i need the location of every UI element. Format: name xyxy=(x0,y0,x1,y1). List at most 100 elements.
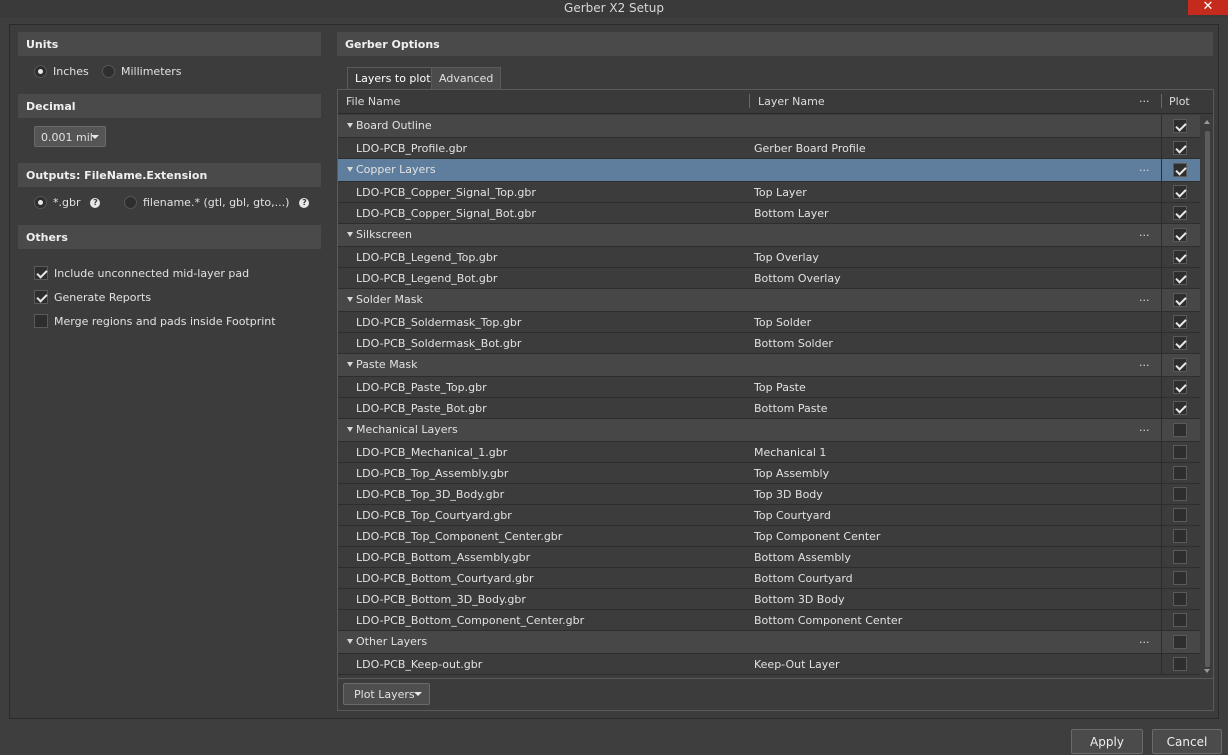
check-merge-regions[interactable]: Merge regions and pads inside Footprint xyxy=(34,314,276,328)
more-options-button[interactable]: ... xyxy=(1139,226,1150,239)
apply-button[interactable]: Apply xyxy=(1071,729,1143,754)
more-options-button[interactable]: ... xyxy=(1139,356,1150,369)
plot-checkbox[interactable] xyxy=(1173,445,1187,459)
plot-checkbox[interactable] xyxy=(1173,250,1187,264)
collapse-triangle-icon[interactable] xyxy=(347,362,353,367)
check-include-unconnected[interactable]: Include unconnected mid-layer pad xyxy=(34,266,249,280)
more-options-button[interactable]: ... xyxy=(1139,633,1150,646)
collapse-triangle-icon[interactable] xyxy=(347,297,353,302)
plot-checkbox[interactable] xyxy=(1173,185,1187,199)
layer-row[interactable]: LDO-PCB_Top_Courtyard.gbr Top Courtyard xyxy=(338,505,1200,526)
layer-row[interactable]: LDO-PCB_Bottom_3D_Body.gbr Bottom 3D Body xyxy=(338,589,1200,610)
layer-row[interactable]: LDO-PCB_Soldermask_Bot.gbr Bottom Solder xyxy=(338,333,1200,354)
layer-row[interactable]: LDO-PCB_Copper_Signal_Bot.gbr Bottom Laye… xyxy=(338,203,1200,224)
check-generate-reports[interactable]: Generate Reports xyxy=(34,290,151,304)
radio-inches[interactable]: Inches xyxy=(34,65,89,78)
plot-checkbox[interactable] xyxy=(1173,613,1187,627)
layer-row[interactable]: LDO-PCB_Copper_Signal_Top.gbr Top Layer xyxy=(338,182,1200,203)
plot-checkbox[interactable] xyxy=(1173,466,1187,480)
collapse-triangle-icon[interactable] xyxy=(347,167,353,172)
radio-gbr[interactable]: *.gbr ? xyxy=(34,196,101,209)
plot-checkbox[interactable] xyxy=(1173,592,1187,606)
plot-checkbox[interactable] xyxy=(1173,336,1187,350)
layer-group-row[interactable]: Mechanical Layers... xyxy=(338,419,1200,442)
help-icon[interactable]: ? xyxy=(299,197,310,208)
plot-column-divider xyxy=(1161,289,1162,311)
layer-row[interactable]: LDO-PCB_Paste_Top.gbr Top Paste xyxy=(338,377,1200,398)
others-heading: Others xyxy=(18,225,321,249)
layer-row[interactable]: LDO-PCB_Legend_Top.gbr Top Overlay xyxy=(338,247,1200,268)
cancel-button[interactable]: Cancel xyxy=(1152,729,1222,754)
column-more[interactable]: ... xyxy=(1139,92,1150,105)
file-name-cell: LDO-PCB_Bottom_Courtyard.gbr xyxy=(356,572,534,585)
layer-row[interactable]: LDO-PCB_Top_3D_Body.gbr Top 3D Body xyxy=(338,484,1200,505)
decimal-dropdown[interactable]: 0.001 mil xyxy=(34,126,106,147)
layer-row[interactable]: LDO-PCB_Bottom_Component_Center.gbr Botto… xyxy=(338,610,1200,631)
radio-label: Inches xyxy=(53,65,89,78)
plot-checkbox[interactable] xyxy=(1173,315,1187,329)
plot-checkbox[interactable] xyxy=(1173,358,1187,372)
layer-group-row[interactable]: Other Layers... xyxy=(338,631,1200,654)
radio-millimeters[interactable]: Millimeters xyxy=(102,65,182,78)
layer-group-row[interactable]: Board Outline xyxy=(338,115,1200,138)
layer-row[interactable]: LDO-PCB_Keep-out.gbr Keep-Out Layer xyxy=(338,654,1200,675)
layer-row[interactable]: LDO-PCB_Legend_Bot.gbr Bottom Overlay xyxy=(338,268,1200,289)
layer-row[interactable]: LDO-PCB_Bottom_Assembly.gbr Bottom Assemb… xyxy=(338,547,1200,568)
check-label: Include unconnected mid-layer pad xyxy=(54,266,250,280)
more-options-button[interactable]: ... xyxy=(1139,291,1150,304)
plot-checkbox[interactable] xyxy=(1173,401,1187,415)
layer-row[interactable]: LDO-PCB_Paste_Bot.gbr Bottom Paste xyxy=(338,398,1200,419)
plot-checkbox[interactable] xyxy=(1173,529,1187,543)
plot-column-divider xyxy=(1161,505,1162,525)
plot-checkbox[interactable] xyxy=(1173,380,1187,394)
close-button[interactable]: ✕ xyxy=(1188,0,1228,15)
collapse-triangle-icon[interactable] xyxy=(347,123,353,128)
plot-checkbox[interactable] xyxy=(1173,141,1187,155)
collapse-triangle-icon[interactable] xyxy=(347,427,353,432)
layer-row[interactable]: LDO-PCB_Mechanical_1.gbr Mechanical 1 xyxy=(338,442,1200,463)
layer-group-row[interactable]: Paste Mask... xyxy=(338,354,1200,377)
help-icon[interactable]: ? xyxy=(90,197,101,208)
tab-advanced[interactable]: Advanced xyxy=(431,67,502,89)
layer-group-row[interactable]: Solder Mask... xyxy=(338,289,1200,312)
layer-group-row[interactable]: Copper Layers... xyxy=(338,159,1200,182)
plot-checkbox[interactable] xyxy=(1173,657,1187,671)
scroll-thumb[interactable] xyxy=(1205,131,1210,667)
plot-checkbox[interactable] xyxy=(1173,119,1187,133)
radio-filename-ext[interactable]: filename.* (gtl, gbl, gto,...) ? xyxy=(124,196,310,209)
plot-checkbox[interactable] xyxy=(1173,293,1187,307)
column-plot[interactable]: Plot xyxy=(1169,95,1190,108)
vertical-scrollbar[interactable] xyxy=(1202,115,1212,677)
plot-column-divider xyxy=(1161,333,1162,353)
plot-checkbox[interactable] xyxy=(1173,271,1187,285)
layer-row[interactable]: LDO-PCB_Soldermask_Top.gbr Top Solder xyxy=(338,312,1200,333)
layer-group-row[interactable]: Silkscreen... xyxy=(338,224,1200,247)
scroll-down-icon[interactable] xyxy=(1204,669,1210,673)
column-layer-name[interactable]: Layer Name xyxy=(758,95,825,108)
collapse-triangle-icon[interactable] xyxy=(347,232,353,237)
more-options-button[interactable]: ... xyxy=(1139,421,1150,434)
plot-checkbox[interactable] xyxy=(1173,228,1187,242)
plot-checkbox[interactable] xyxy=(1173,550,1187,564)
plot-checkbox[interactable] xyxy=(1173,635,1187,649)
more-options-button[interactable]: ... xyxy=(1139,161,1150,174)
plot-checkbox[interactable] xyxy=(1173,571,1187,585)
plot-checkbox[interactable] xyxy=(1173,163,1187,177)
plot-checkbox[interactable] xyxy=(1173,423,1187,437)
plot-layers-button[interactable]: Plot Layers xyxy=(343,683,430,705)
group-name: Paste Mask xyxy=(356,358,418,371)
file-name-cell: LDO-PCB_Paste_Top.gbr xyxy=(356,381,487,394)
column-file-name[interactable]: File Name xyxy=(346,95,400,108)
collapse-triangle-icon[interactable] xyxy=(347,639,353,644)
group-name: Other Layers xyxy=(356,635,428,648)
plot-checkbox[interactable] xyxy=(1173,487,1187,501)
layer-name-cell: Top Solder xyxy=(754,316,812,329)
tab-layers-to-plot[interactable]: Layers to plot xyxy=(347,67,439,89)
layer-row[interactable]: LDO-PCB_Top_Assembly.gbr Top Assembly xyxy=(338,463,1200,484)
scroll-up-icon[interactable] xyxy=(1204,120,1210,124)
layer-row[interactable]: LDO-PCB_Bottom_Courtyard.gbr Bottom Court… xyxy=(338,568,1200,589)
layer-row[interactable]: LDO-PCB_Top_Component_Center.gbr Top Comp… xyxy=(338,526,1200,547)
plot-checkbox[interactable] xyxy=(1173,508,1187,522)
plot-checkbox[interactable] xyxy=(1173,206,1187,220)
layer-row[interactable]: LDO-PCB_Profile.gbr Gerber Board Profile xyxy=(338,138,1200,159)
